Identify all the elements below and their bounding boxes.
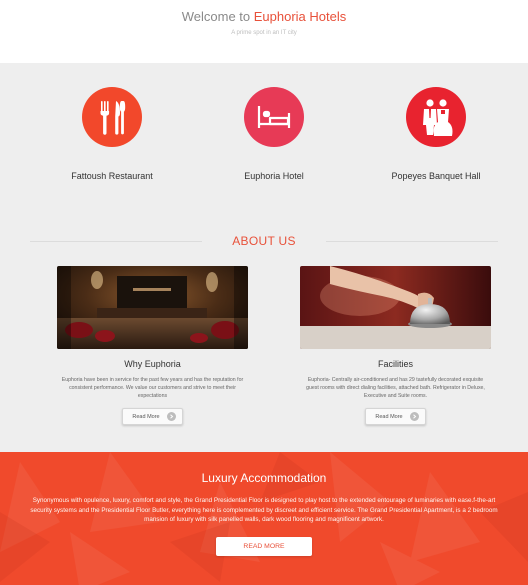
luxury-section: Luxury Accommodation Synonymous with opu… — [0, 452, 528, 585]
service-banquet[interactable]: Popeyes Banquet Hall — [366, 87, 506, 181]
tagline: A prime spot in an IT city — [231, 30, 297, 36]
cutlery-icon — [82, 87, 142, 147]
service-bell-photo — [300, 266, 491, 349]
welcome-prefix: Welcome to — [181, 9, 254, 24]
read-more-button[interactable]: Read More — [122, 408, 183, 425]
couple-icon — [406, 87, 466, 147]
service-name: Popeyes Banquet Hall — [391, 171, 481, 181]
about-section-heading: ABOUT US — [30, 233, 498, 249]
read-more-label: Read More — [132, 413, 160, 420]
arrow-right-icon — [409, 412, 419, 421]
lobby-photo — [57, 266, 248, 349]
service-hotel[interactable]: Euphoria Hotel — [204, 87, 344, 181]
arrow-right-icon — [166, 412, 176, 421]
services-row: Fattoush Restaurant Euphoria Hotel Popey… — [0, 87, 528, 187]
column-text: Euphoria have been in service for the pa… — [61, 377, 244, 399]
page-header: Welcome to Euphoria Hotels A prime spot … — [0, 0, 528, 63]
service-name: Euphoria Hotel — [244, 171, 304, 181]
column-text: Euphoria- Centrally air-conditioned and … — [306, 377, 485, 399]
welcome-heading: Welcome to Euphoria Hotels — [0, 9, 528, 24]
luxury-text: Synonymous with opulence, luxury, comfor… — [30, 497, 498, 523]
luxury-title: Luxury Accommodation — [201, 471, 327, 485]
service-name: Fattoush Restaurant — [71, 171, 153, 181]
read-more-label: Read More — [375, 413, 403, 420]
read-more-button[interactable]: READ MORE — [216, 536, 312, 556]
about-column-facilities: Facilities Euphoria- Centrally air-condi… — [300, 266, 491, 425]
about-title: ABOUT US — [232, 234, 296, 248]
read-more-button[interactable]: Read More — [365, 408, 426, 425]
about-column-why: Why Euphoria Euphoria have been in servi… — [57, 266, 248, 425]
column-title: Facilities — [377, 359, 413, 369]
bed-icon — [244, 87, 304, 147]
column-title: Why Euphoria — [124, 359, 181, 369]
brand-name: Euphoria Hotels — [253, 9, 347, 24]
service-restaurant[interactable]: Fattoush Restaurant — [42, 87, 182, 181]
